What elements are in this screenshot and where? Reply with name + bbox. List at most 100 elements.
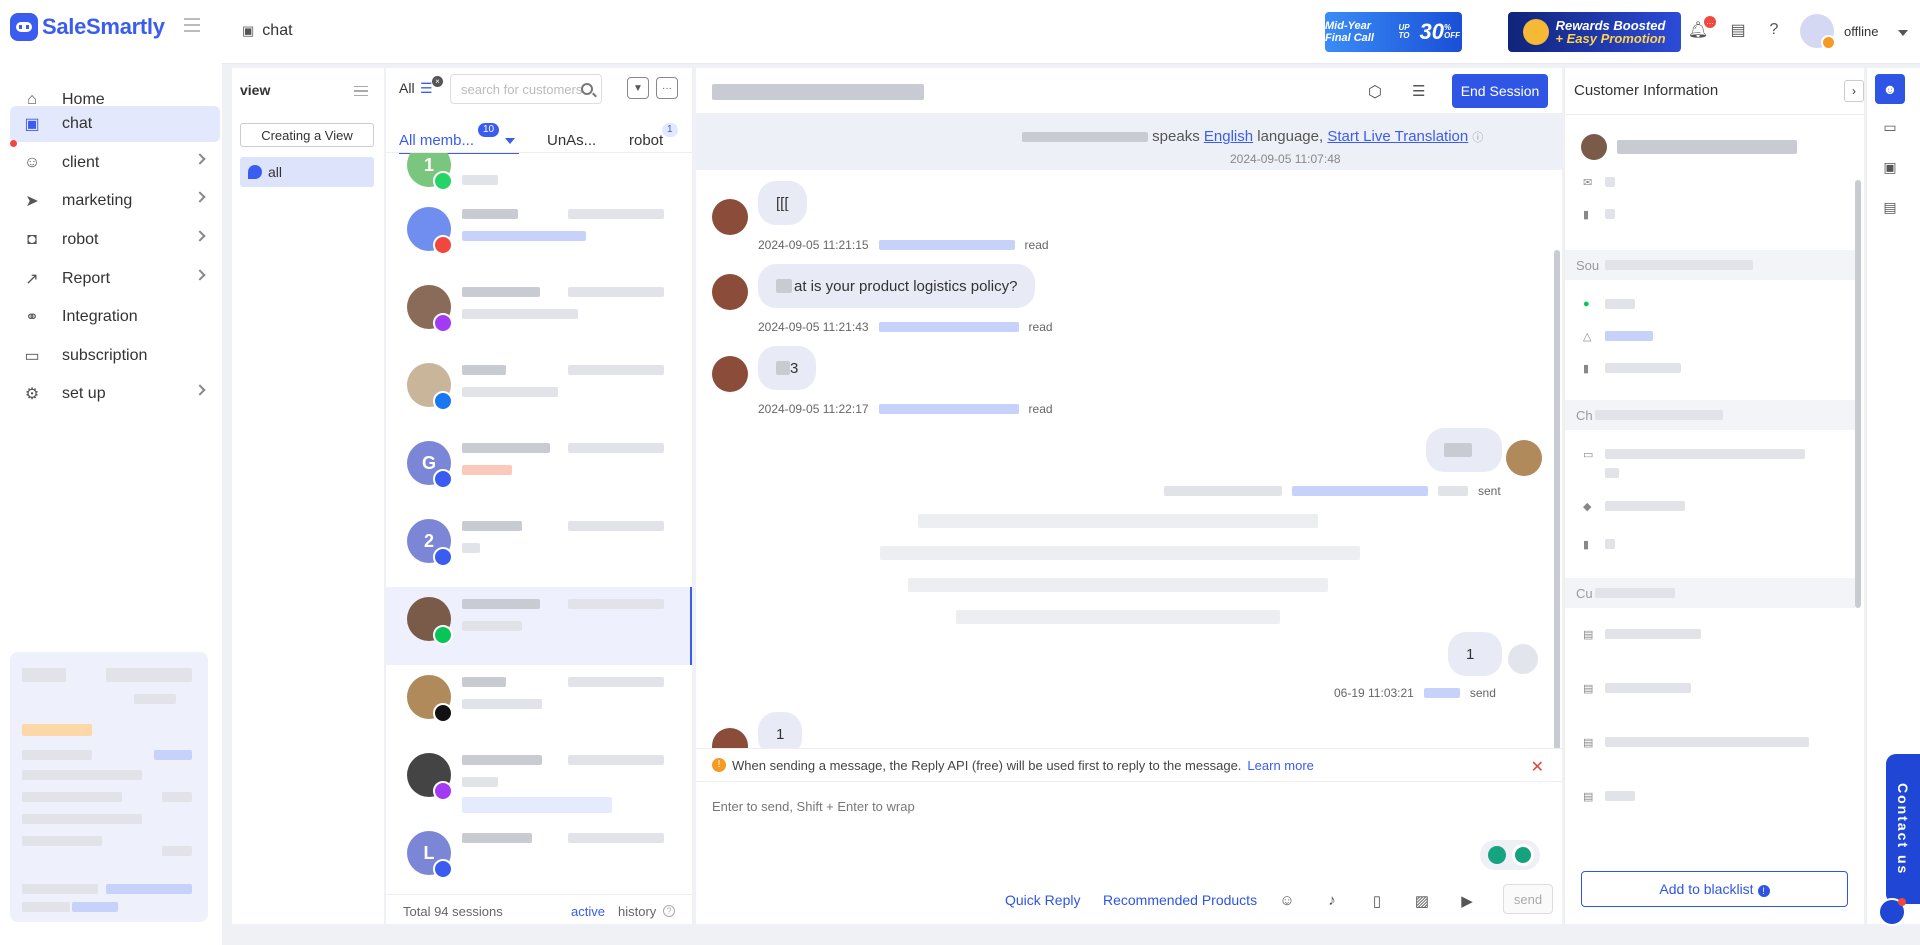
wallet-icon: ▭	[24, 348, 40, 365]
list-item[interactable]: L	[386, 821, 692, 892]
help-icon[interactable]: ?	[663, 905, 675, 917]
contact-name	[712, 84, 924, 100]
gear-icon: ⚙	[24, 386, 40, 403]
nav-item-setup[interactable]: ⚙ set up	[10, 376, 220, 412]
tab-all-members[interactable]: All memb...	[399, 132, 519, 154]
view-item-all[interactable]: all	[240, 157, 374, 187]
section-custom: Cu	[1565, 578, 1855, 608]
list-item[interactable]: G	[386, 431, 692, 509]
tab-active[interactable]: active	[571, 904, 605, 919]
language-link[interactable]: English	[1204, 128, 1253, 145]
avatar	[712, 199, 748, 235]
message-icon[interactable]: ▭	[1875, 112, 1905, 142]
chevron-down-icon[interactable]	[1898, 30, 1908, 36]
message-input[interactable]	[712, 794, 1542, 818]
chevron-right-icon	[194, 153, 206, 165]
line-icon: ●	[1583, 298, 1590, 310]
start-translation-link[interactable]: Start Live Translation	[1327, 128, 1468, 145]
support-chat-icon[interactable]	[1878, 898, 1906, 926]
list-item[interactable]	[386, 197, 692, 275]
user-status[interactable]: offline	[1844, 24, 1878, 39]
nav-item-integration[interactable]: ⚭ Integration	[10, 299, 220, 335]
message-status: read	[1028, 402, 1053, 416]
close-icon[interactable]: ✕	[1531, 757, 1544, 777]
view-panel-title: view	[240, 82, 271, 98]
chevron-right-icon	[194, 230, 206, 242]
send-icon: ➤	[25, 193, 39, 210]
chat-bubble-icon	[248, 165, 262, 179]
list-item[interactable]: 2	[386, 509, 692, 587]
promo-banner-rewards[interactable]: Rewards Boosted + Easy Promotion	[1508, 12, 1681, 52]
contact-card-icon[interactable]: ▣	[1875, 152, 1905, 182]
section-source: Sou	[1565, 250, 1855, 280]
add-to-blacklist-button[interactable]: Add to blacklist!	[1581, 871, 1848, 907]
promo-banner-midyear[interactable]: Mid-Year Final Call UP TO 30 % OFF	[1325, 12, 1462, 52]
image-icon[interactable]: ▨	[1413, 892, 1431, 910]
chat-tab-icon: ▣	[242, 23, 255, 38]
nav-item-marketing[interactable]: ➤ marketing	[10, 183, 220, 219]
clipboard-icon[interactable]: ▤	[1728, 20, 1748, 40]
document-icon: ▤	[1583, 737, 1594, 749]
customer-info-icon[interactable]: ☻	[1875, 74, 1905, 104]
messenger-icon	[433, 313, 453, 333]
session-list[interactable]: 1 G 2 L	[386, 152, 692, 892]
end-session-button[interactable]: End Session	[1452, 74, 1548, 108]
collapse-menu-icon[interactable]	[184, 18, 200, 32]
list-item[interactable]	[386, 353, 692, 431]
section-title: Ch	[1576, 408, 1593, 423]
chat-tab-label: chat	[262, 22, 293, 39]
chevron-right-icon[interactable]: ›	[1844, 80, 1864, 102]
tag-row: ◆	[1583, 500, 1685, 513]
nav-item-client[interactable]: ☺ client	[10, 145, 220, 181]
clear-filter-icon[interactable]: ×	[432, 76, 443, 87]
send-button[interactable]: send	[1503, 884, 1553, 914]
chevron-down-icon[interactable]	[505, 138, 515, 144]
contact-us-button[interactable]: Contact us	[1886, 754, 1920, 904]
list-item[interactable]	[386, 275, 692, 353]
avatar[interactable]	[1800, 14, 1836, 50]
learn-more-link[interactable]: Learn more	[1247, 758, 1313, 773]
tab-history[interactable]: history	[618, 904, 656, 919]
recommended-products-button[interactable]: Recommended Products	[1103, 892, 1257, 908]
nav-item-robot[interactable]: ◘ robot	[10, 222, 220, 258]
search-history-icon[interactable]: ☰	[1412, 82, 1432, 100]
session-filter-all[interactable]: All	[399, 80, 415, 96]
list-item[interactable]	[386, 743, 692, 821]
logo[interactable]: SaleSmartly	[10, 12, 165, 42]
tab-unassigned[interactable]: UnAs...	[547, 132, 596, 149]
emoji-icon[interactable]: ☺	[1278, 892, 1296, 910]
scrollbar[interactable]	[1855, 180, 1861, 608]
account-row: △	[1583, 330, 1653, 343]
menu-icon[interactable]	[354, 86, 368, 96]
notes-icon[interactable]: ▤	[1875, 192, 1905, 222]
more-icon[interactable]: ···	[656, 77, 678, 99]
tag-icon[interactable]: ⬡	[1368, 82, 1386, 101]
tab-chat[interactable]: ▣ chat	[242, 22, 293, 40]
grammarly-widget[interactable]	[1480, 840, 1540, 870]
search-input[interactable]: search for customers	[450, 74, 602, 104]
help-icon[interactable]: ?	[1764, 20, 1784, 40]
document-icon: ▤	[1583, 791, 1594, 803]
list-item[interactable]	[386, 665, 692, 743]
quick-reply-button[interactable]: Quick Reply	[1005, 892, 1080, 908]
message-bubble: 1	[1448, 632, 1502, 676]
file-icon[interactable]: ▯	[1368, 892, 1386, 910]
view-panel: view Creating a View all	[232, 68, 384, 924]
message-time: 2024-09-05 11:21:15	[758, 238, 869, 252]
tab-robot[interactable]: robot	[629, 132, 663, 149]
nav-item-report[interactable]: ↗ Report	[10, 261, 220, 297]
nav-label: robot	[62, 231, 99, 248]
video-icon[interactable]: ▶	[1458, 892, 1476, 910]
filter-icon[interactable]: ▼	[627, 77, 649, 99]
message-area[interactable]: speaks English language, Start Live Tran…	[696, 114, 1562, 748]
microphone-icon[interactable]: ♪	[1323, 892, 1341, 910]
list-item[interactable]	[386, 587, 692, 665]
bookmark-icon: ▮	[1583, 539, 1590, 551]
nav-item-subscription[interactable]: ▭ subscription	[10, 338, 220, 374]
avatar	[1506, 440, 1542, 476]
nav-item-chat[interactable]: ▣ chat	[10, 106, 220, 142]
card-icon: ▭	[1583, 449, 1594, 461]
scrollbar[interactable]	[1554, 250, 1560, 748]
grammarly-icon	[1512, 844, 1534, 866]
create-view-button[interactable]: Creating a View	[240, 123, 374, 147]
